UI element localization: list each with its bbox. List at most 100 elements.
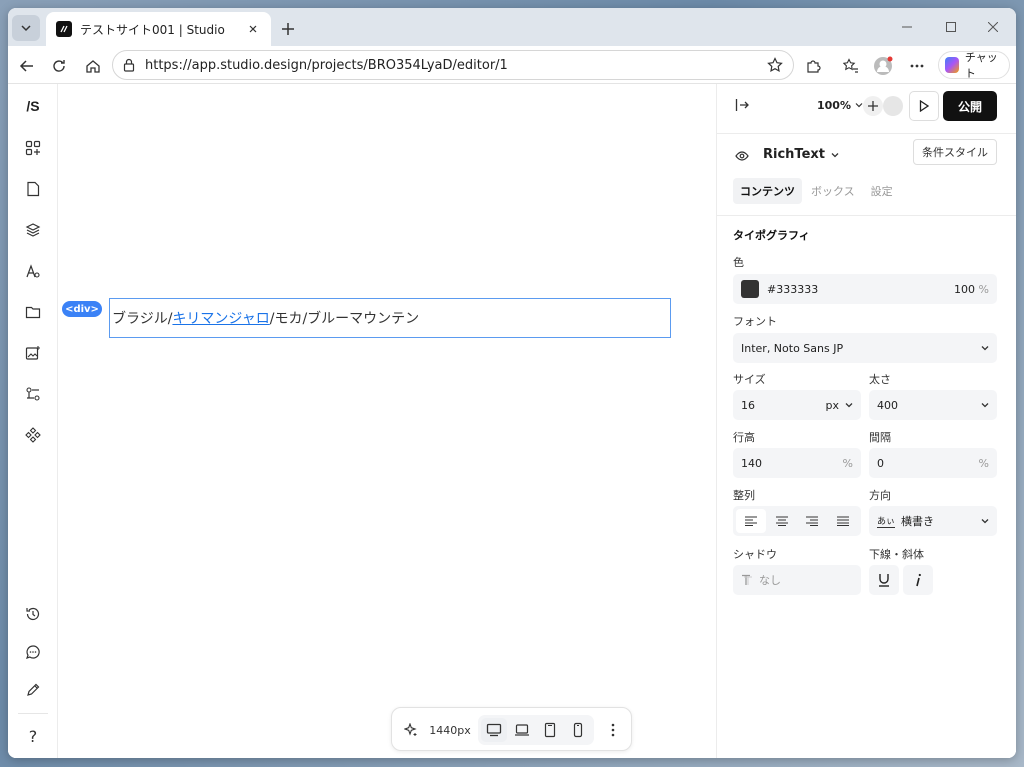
align-left-button[interactable] <box>736 509 766 533</box>
viewport-width[interactable]: 1440px <box>428 718 472 742</box>
more-menu-button[interactable] <box>904 53 930 79</box>
maximize-button[interactable] <box>936 16 966 38</box>
add-grid-icon <box>25 140 41 156</box>
color-swatch[interactable] <box>741 280 759 298</box>
condition-style-button[interactable]: 条件スタイル <box>913 139 997 165</box>
italic-icon <box>916 573 921 587</box>
element-tag-badge[interactable]: <div> <box>62 301 102 317</box>
align-center-icon <box>775 516 788 526</box>
new-tab-button[interactable] <box>276 17 300 41</box>
text-shadow-field[interactable]: なし <box>733 565 861 595</box>
zoom-level[interactable]: 100% <box>817 99 863 112</box>
chevron-down-icon <box>981 346 989 351</box>
plus-icon <box>282 23 294 35</box>
add-element-button[interactable] <box>21 136 45 160</box>
size-unit[interactable]: px <box>826 399 840 412</box>
cms-button[interactable] <box>21 382 45 406</box>
writing-direction-select[interactable]: あぃ 横書き <box>869 506 997 536</box>
editor-canvas[interactable]: <div> ブラジル/キリマンジャロ/モカ/ブルーマウンテン 1440px <box>59 84 715 758</box>
writing-direction-icon: あぃ <box>877 514 896 528</box>
selected-rich-text[interactable]: ブラジル/キリマンジャロ/モカ/ブルーマウンテン <box>109 298 671 338</box>
tab-list-button[interactable] <box>12 15 40 41</box>
chevron-down-icon <box>21 25 31 32</box>
left-toolbar-divider <box>18 713 48 714</box>
font-label: フォント <box>733 315 777 328</box>
align-center-button[interactable] <box>767 509 797 533</box>
tab-box[interactable]: ボックス <box>804 178 862 204</box>
pages-button[interactable] <box>21 177 45 201</box>
rich-text-link[interactable]: キリマンジャロ <box>172 308 269 328</box>
extensions-button[interactable] <box>800 53 826 79</box>
reload-button[interactable] <box>46 53 72 79</box>
align-label: 整列 <box>733 489 755 502</box>
tab-settings[interactable]: 設定 <box>864 178 900 204</box>
studio-favicon-icon <box>56 21 72 37</box>
viewport-more-button[interactable] <box>604 718 622 742</box>
copilot-icon <box>945 57 959 73</box>
laptop-view-button[interactable] <box>509 718 535 742</box>
favorite-star-icon[interactable] <box>767 57 783 73</box>
assets-button[interactable] <box>21 341 45 365</box>
weight-select[interactable]: 400 <box>869 390 997 420</box>
components-button[interactable] <box>21 423 45 447</box>
copilot-label: チャット <box>964 51 998 80</box>
color-field[interactable]: #333333 100 % <box>733 274 997 304</box>
browser-window: テストサイト001 | Studio https://app.studio.de… <box>8 8 1016 758</box>
visibility-toggle[interactable] <box>735 150 749 165</box>
history-button[interactable] <box>21 602 45 626</box>
underline-button[interactable] <box>869 565 899 595</box>
color-opacity-value: 100 <box>954 282 976 296</box>
component-selector[interactable]: RichText <box>763 147 839 162</box>
desktop-view-button[interactable] <box>481 718 507 742</box>
letter-spacing-input[interactable]: 0 % <box>869 448 997 478</box>
align-justify-button[interactable] <box>828 509 858 533</box>
profile-button[interactable] <box>870 53 896 79</box>
italic-button[interactable] <box>903 565 933 595</box>
close-tab-icon[interactable] <box>245 21 261 37</box>
align-right-button[interactable] <box>797 509 827 533</box>
eye-icon <box>735 151 749 161</box>
collaborator-avatar[interactable] <box>883 96 903 116</box>
size-input[interactable]: 16 px <box>733 390 861 420</box>
lock-icon <box>123 58 135 72</box>
tablet-icon <box>544 722 556 738</box>
tab-contents[interactable]: コンテンツ <box>733 178 802 204</box>
studio-logo[interactable]: /S <box>21 94 45 118</box>
collapse-panel-button[interactable] <box>735 98 749 115</box>
browser-tab[interactable]: テストサイト001 | Studio <box>46 12 271 46</box>
files-button[interactable] <box>21 300 45 324</box>
avatar-icon <box>874 56 893 75</box>
help-button[interactable]: ? <box>21 724 45 748</box>
home-button[interactable] <box>80 53 106 79</box>
typography-button[interactable] <box>21 259 45 283</box>
direction-label: 方向 <box>869 489 891 502</box>
percent-unit: % <box>978 456 989 470</box>
layers-button[interactable] <box>21 218 45 242</box>
font-select[interactable]: Inter, Noto Sans JP <box>733 333 997 363</box>
comments-button[interactable] <box>21 640 45 664</box>
copilot-chat-button[interactable]: チャット <box>938 51 1010 80</box>
chevron-down-icon <box>831 152 839 157</box>
studio-app: /S ? <div> ブラジル/ キリマンジャロ /モカ/ブルーマウンテン 14… <box>8 84 1016 758</box>
folder-icon <box>25 306 41 319</box>
publish-button[interactable]: 公開 <box>943 91 997 121</box>
puzzle-icon <box>807 60 821 73</box>
minimize-button[interactable] <box>892 16 922 38</box>
address-bar[interactable]: https://app.studio.design/projects/BRO35… <box>112 50 794 80</box>
weight-value: 400 <box>877 398 898 412</box>
favorites-button[interactable] <box>838 53 864 79</box>
preview-button[interactable] <box>909 91 939 121</box>
ai-assist-button[interactable] <box>402 718 420 742</box>
minimize-icon <box>902 26 912 28</box>
edit-mode-button[interactable] <box>21 678 45 702</box>
chevron-down-icon <box>855 103 863 108</box>
favorites-list-icon <box>843 58 858 73</box>
add-collaborator-button[interactable] <box>863 96 883 116</box>
chevron-down-icon <box>981 519 989 524</box>
back-button[interactable] <box>14 53 40 79</box>
mobile-view-button[interactable] <box>565 718 591 742</box>
line-height-input[interactable]: 140 % <box>733 448 861 478</box>
close-window-button[interactable] <box>978 16 1008 38</box>
tablet-view-button[interactable] <box>537 718 563 742</box>
percent-unit: % <box>842 456 853 470</box>
